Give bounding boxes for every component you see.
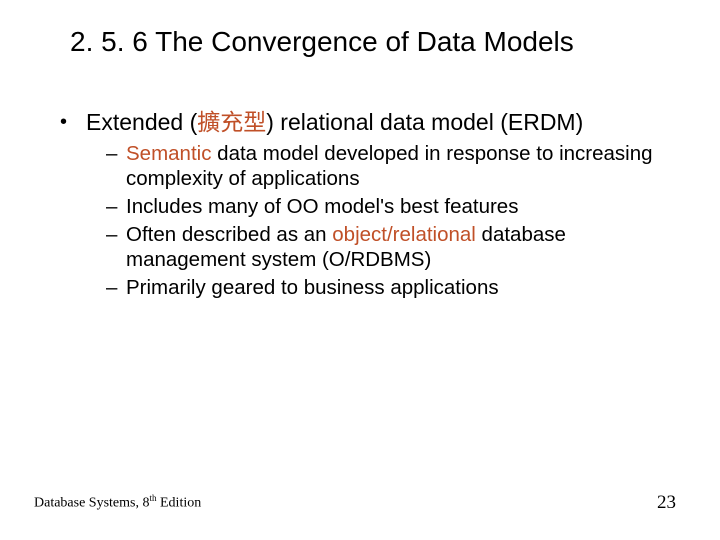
page-number: 23: [657, 492, 676, 514]
bullet-level2: – Primarily geared to business applicati…: [106, 275, 670, 301]
lead-accent: 擴充型: [197, 109, 266, 135]
sub-pre: Primarily geared to business application…: [126, 276, 499, 299]
lead-a: Extended (: [86, 109, 197, 135]
bullet-level2: – Often described as an object/relationa…: [106, 222, 670, 273]
footer-source-a: Database Systems, 8: [34, 496, 149, 511]
bullet-level2-text: Includes many of OO model's best feature…: [126, 194, 670, 220]
dash-icon: –: [106, 222, 126, 273]
slide: 2. 5. 6 The Convergence of Data Models •…: [0, 0, 720, 540]
bullet-level1-text: Extended (擴充型) relational data model (ER…: [86, 108, 670, 137]
bullet-dot-icon: •: [60, 108, 86, 137]
dash-icon: –: [106, 194, 126, 220]
bullet-level2-group: – Semantic data model developed in respo…: [106, 141, 670, 301]
sub-accent: object/relational: [332, 223, 476, 246]
sub-pre: Includes many of OO model's best feature…: [126, 195, 518, 218]
bullet-level2-text: Often described as an object/relational …: [126, 222, 670, 273]
lead-b: ) relational data model (ERDM): [266, 109, 583, 135]
bullet-level2: – Semantic data model developed in respo…: [106, 141, 670, 192]
bullet-level2: – Includes many of OO model's best featu…: [106, 194, 670, 220]
footer-source-sup: th: [149, 493, 156, 503]
slide-title: 2. 5. 6 The Convergence of Data Models: [70, 26, 680, 58]
footer-source: Database Systems, 8th Edition: [34, 493, 201, 512]
bullet-level2-text: Semantic data model developed in respons…: [126, 141, 670, 192]
dash-icon: –: [106, 141, 126, 192]
slide-body: • Extended (擴充型) relational data model (…: [60, 108, 670, 303]
footer-source-b: Edition: [157, 496, 202, 511]
dash-icon: –: [106, 275, 126, 301]
bullet-level2-text: Primarily geared to business application…: [126, 275, 670, 301]
bullet-level1: • Extended (擴充型) relational data model (…: [60, 108, 670, 137]
sub-pre: Often described as an: [126, 223, 332, 246]
sub-accent: Semantic: [126, 142, 211, 165]
